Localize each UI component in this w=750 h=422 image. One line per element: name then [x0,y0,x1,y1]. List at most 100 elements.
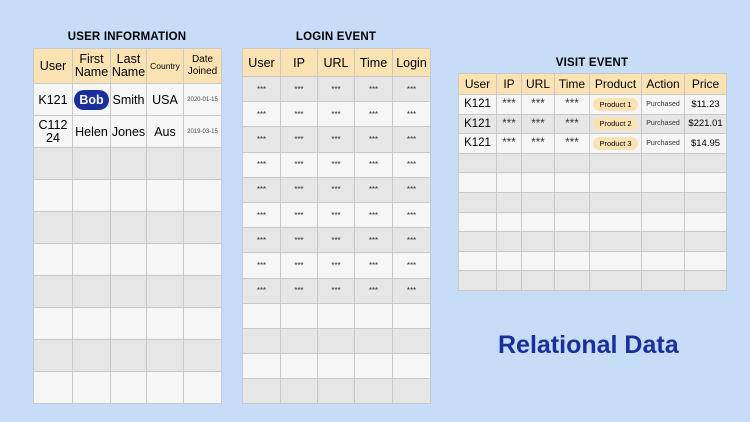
masked-cell: *** [392,201,431,229]
login-event-body: *** *** *** *** *** *** *** *** *** *** *** *** *** *… [242,75,431,405]
table-row [458,152,727,174]
masked-cell: *** [317,101,355,128]
cell-date: 2020-01-15 [183,83,222,116]
masked-cell: *** [317,75,355,103]
masked-cell: *** [496,94,522,115]
masked-cell: *** [317,126,355,153]
masked-cell: *** [354,201,393,229]
header-first-name: First Name [72,48,111,84]
header-user: User [242,48,281,77]
masked-cell: *** [280,252,318,279]
masked-cell: *** [521,113,555,135]
masked-cell: *** [280,101,318,128]
login-event-table: User IP URL Time Login *** *** *** *** *** **… [242,48,431,405]
masked-cell: *** [280,151,318,178]
masked-cell: *** [554,113,590,135]
masked-cell: *** [280,201,318,229]
table-row [242,378,431,405]
user-info-table: User First Name Last Name Country Date J… [33,48,222,404]
table-row [33,371,222,404]
table-row [458,250,727,272]
cell-price: $221.01 [684,113,727,135]
masked-cell: *** [496,113,522,135]
cell-action: Purchased [641,94,685,115]
table-row: *** *** *** *** *** [242,176,431,203]
cell-last-name: Jones [110,115,147,148]
cell-first-name: Helen [72,115,111,148]
table-row [33,147,222,180]
header-url: URL [317,48,355,77]
masked-cell: *** [242,75,281,103]
table-row [242,327,431,355]
table-row [458,231,727,252]
header-action: Action [641,73,685,95]
masked-cell: *** [392,252,431,279]
table-row: *** *** *** *** *** [242,201,431,229]
masked-cell: *** [554,94,590,115]
masked-cell: *** [521,133,555,154]
cell-price: $14.95 [684,133,727,154]
cell-country: Aus [146,115,184,148]
header-user: User [33,48,73,84]
header-country: Country [146,48,184,84]
masked-cell: *** [554,133,590,154]
masked-cell: *** [392,227,431,254]
masked-cell: *** [317,227,355,254]
table-row: *** *** *** *** *** [242,75,431,103]
masked-cell: *** [242,151,281,178]
header-user: User [458,73,497,95]
masked-cell: *** [242,126,281,153]
table-row: *** *** *** *** *** [242,252,431,279]
masked-cell: *** [317,176,355,203]
masked-cell: *** [354,176,393,203]
header-login: Login [392,48,431,77]
cell-last-name: Smith [110,83,147,116]
header-time: Time [354,48,393,77]
masked-cell: *** [392,126,431,153]
table-row [458,270,727,291]
cell-action: Purchased [641,113,685,135]
cell-date: 2019-03-15 [183,115,222,148]
cell-country: USA [146,83,184,116]
cell-user: K121 [458,133,497,154]
masked-cell: *** [354,126,393,153]
table-row: K121 Bob Smith USA 2020-01-15 [33,83,222,116]
header-price: Price [684,73,727,95]
masked-cell: *** [317,252,355,279]
cell-product: Product 3 [589,133,642,154]
product-pill: Product 1 [593,97,638,111]
masked-cell: *** [280,227,318,254]
masked-cell: *** [317,277,355,304]
masked-cell: *** [242,252,281,279]
masked-cell: *** [242,101,281,128]
cell-price: $11.23 [684,94,727,115]
visit-event-table: User IP URL Time Product Action Price K1… [458,73,727,291]
masked-cell: *** [392,75,431,103]
table-row [242,302,431,329]
table-row [458,211,727,233]
table-row: K121 *** *** *** Product 2 Purchased $221.01 [458,113,727,135]
header-last-name: Last Name [110,48,147,84]
masked-cell: *** [242,201,281,229]
table-row [458,172,727,193]
masked-cell: *** [392,151,431,178]
masked-cell: *** [354,277,393,304]
masked-cell: *** [317,201,355,229]
masked-cell: *** [242,227,281,254]
table-row: *** *** *** *** *** [242,227,431,254]
table-row [458,191,727,213]
header-product: Product [589,73,642,95]
header-ip: IP [496,73,522,95]
table-row: *** *** *** *** *** [242,277,431,304]
table-row [33,275,222,308]
visit-event-body: K121 *** *** *** Product 1 Purchased $11.23 K12… [458,94,727,291]
cell-product: Product 1 [589,94,642,115]
masked-cell: *** [521,94,555,115]
table-row: *** *** *** *** *** [242,126,431,153]
header-url: URL [521,73,555,95]
table-row [33,243,222,276]
table-row: *** *** *** *** *** [242,101,431,128]
masked-cell: *** [354,151,393,178]
product-pill: Product 3 [593,136,638,150]
table-row: K121 *** *** *** Product 1 Purchased $11.23 [458,94,727,115]
